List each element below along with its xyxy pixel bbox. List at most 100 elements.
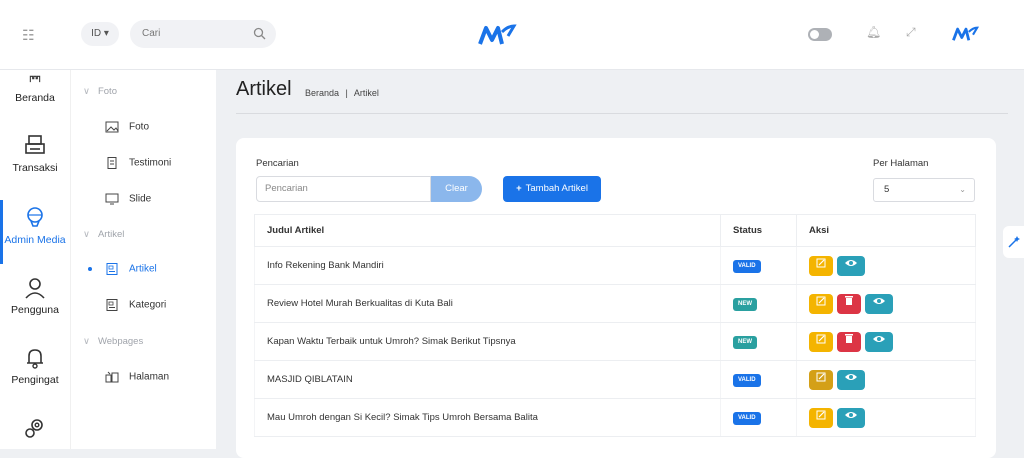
add-article-button[interactable]: + Tambah Artikel: [503, 176, 601, 202]
article-table: Judul Artikel Status Aksi Info Rekening …: [254, 214, 976, 437]
theme-toggle[interactable]: [808, 28, 832, 41]
status-badge: VALID: [733, 373, 761, 387]
search-label: Pencarian: [256, 158, 299, 169]
printer-icon: [25, 135, 45, 154]
per-page-select[interactable]: 5 ⌄: [873, 178, 975, 202]
main-nav-rail: Beranda Transaksi Admin Media Pengguna P…: [0, 70, 70, 449]
column-judul[interactable]: Judul Artikel: [254, 214, 721, 247]
search-icon[interactable]: [253, 27, 266, 40]
table-row: Review Hotel Murah Berkualitas di Kuta B…: [254, 284, 976, 323]
edit-button[interactable]: [809, 331, 833, 352]
gears-icon: [25, 419, 43, 438]
breadcrumb-separator: |: [345, 88, 348, 98]
nav-pengguna[interactable]: Pengguna: [0, 276, 70, 316]
nav-transaksi-label: Transaksi: [12, 162, 58, 174]
page-title: Artikel: [236, 78, 292, 100]
edit-icon: [816, 296, 826, 305]
section-artikel[interactable]: ∨ Artikel: [83, 229, 124, 240]
pages-icon: [105, 371, 119, 383]
action-cell: [796, 398, 976, 437]
notification-bell-icon[interactable]: 🔔︎: [866, 25, 881, 39]
delete-button[interactable]: [837, 331, 861, 352]
balloon-icon: [27, 207, 43, 227]
edit-button[interactable]: [809, 255, 833, 276]
monitor-icon: [105, 193, 119, 205]
submenu-kategori[interactable]: Kategori: [105, 299, 166, 311]
view-button[interactable]: [837, 255, 865, 276]
article-title: Review Hotel Murah Berkualitas di Kuta B…: [254, 284, 721, 323]
language-select[interactable]: ID ▾: [81, 22, 119, 46]
table-header-row: Judul Artikel Status Aksi: [254, 214, 976, 247]
status-cell: NEW: [720, 322, 797, 361]
submenu-slide[interactable]: Slide: [105, 193, 151, 205]
fullscreen-icon[interactable]: ⤢: [906, 25, 916, 40]
per-page-label: Per Halaman: [873, 158, 929, 169]
user-icon: [25, 278, 45, 299]
chevron-down-icon: ∨: [83, 336, 90, 347]
action-cell: [796, 360, 976, 399]
per-page-value: 5: [884, 184, 890, 195]
status-badge: VALID: [733, 411, 761, 425]
view-button[interactable]: [865, 331, 893, 352]
chevron-down-icon: ∨: [83, 86, 90, 97]
plus-icon: +: [516, 183, 522, 194]
submenu-testimoni[interactable]: Testimoni: [105, 157, 171, 169]
breadcrumb: Beranda | Artikel: [305, 88, 379, 98]
status-badge: VALID: [733, 259, 761, 273]
category-icon: [106, 299, 118, 311]
edit-icon: [816, 334, 826, 343]
breadcrumb-home[interactable]: Beranda: [305, 88, 339, 98]
article-list-card: Pencarian Pencarian Clear + Tambah Artike…: [236, 138, 996, 458]
nav-beranda[interactable]: Beranda: [0, 74, 70, 104]
chevron-down-icon: ⌄: [959, 185, 966, 194]
bell-icon: [27, 349, 43, 369]
nav-admin-media-label: Admin Media: [4, 234, 66, 246]
customizer-tab[interactable]: [1003, 226, 1024, 258]
brand-logo[interactable]: [478, 22, 518, 48]
column-status[interactable]: Status: [720, 214, 797, 247]
view-button[interactable]: [837, 407, 865, 428]
edit-icon: [816, 372, 826, 381]
nav-pengingat-label: Pengingat: [11, 374, 59, 386]
clear-button[interactable]: Clear: [431, 176, 482, 202]
submenu-testimoni-label: Testimoni: [129, 157, 172, 169]
table-row: Mau Umroh dengan Si Kecil? Simak Tips Um…: [254, 398, 976, 437]
nav-admin-media[interactable]: Admin Media: [0, 200, 70, 264]
section-webpages[interactable]: ∨ Webpages: [83, 336, 143, 347]
submenu-artikel[interactable]: Artikel: [105, 263, 157, 275]
nav-transaksi[interactable]: Transaksi: [0, 134, 70, 174]
user-avatar-logo[interactable]: [952, 24, 980, 44]
section-foto[interactable]: ∨ Foto: [83, 86, 117, 97]
menu-toggle-icon[interactable]: ☷: [22, 26, 44, 44]
nav-settings[interactable]: [0, 416, 70, 444]
status-cell: VALID: [720, 246, 797, 285]
submenu-halaman[interactable]: Halaman: [105, 371, 169, 383]
article-title: MASJID QIBLATAIN: [254, 360, 721, 399]
submenu-foto[interactable]: Foto: [105, 121, 149, 133]
divider: [236, 113, 1008, 114]
edit-button[interactable]: [809, 369, 833, 390]
action-cell: [796, 322, 976, 361]
table-row: Kapan Waktu Terbaik untuk Umroh? Simak B…: [254, 322, 976, 361]
global-search-input[interactable]: Cari: [130, 20, 276, 48]
language-value: ID: [91, 28, 102, 39]
article-search-input[interactable]: Pencarian: [256, 176, 431, 202]
edit-button[interactable]: [809, 407, 833, 428]
breadcrumb-current: Artikel: [353, 88, 379, 98]
trash-icon: [845, 295, 853, 305]
article-title: Mau Umroh dengan Si Kecil? Simak Tips Um…: [254, 398, 721, 437]
delete-button[interactable]: [837, 293, 861, 314]
edit-icon: [816, 410, 826, 419]
view-button[interactable]: [865, 293, 893, 314]
submenu-foto-label: Foto: [129, 121, 150, 133]
table-row: MASJID QIBLATAIN VALID: [254, 360, 976, 399]
nav-beranda-label: Beranda: [15, 92, 55, 104]
section-artikel-label: Artikel: [97, 229, 125, 240]
eye-icon: [873, 297, 885, 304]
table-row: Info Rekening Bank Mandiri VALID: [254, 246, 976, 285]
admin-media-submenu: ∨ Foto Foto Testimoni Slide ∨ Artikel Arti…: [70, 70, 216, 449]
view-button[interactable]: [837, 369, 865, 390]
edit-button[interactable]: [809, 293, 833, 314]
article-icon: [106, 263, 118, 275]
nav-pengingat[interactable]: Pengingat: [0, 346, 70, 386]
